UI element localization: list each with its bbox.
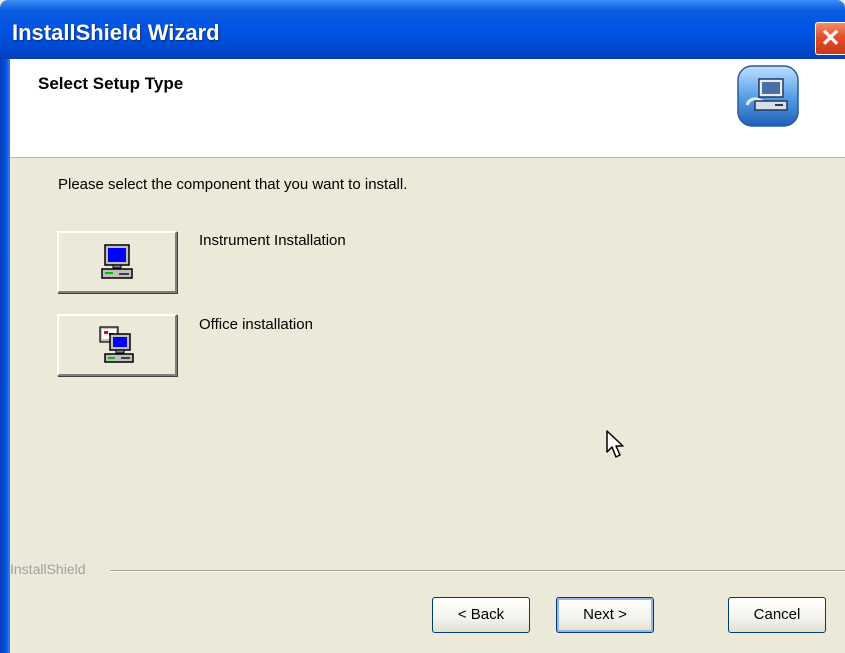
next-button[interactable]: Next > bbox=[556, 597, 654, 633]
footer-divider bbox=[110, 570, 845, 572]
close-icon: ✕ bbox=[820, 25, 841, 52]
installshield-window: InstallShield Wizard ✕ Select Setup Type… bbox=[0, 0, 845, 653]
networked-computer-icon bbox=[99, 326, 134, 363]
mouse-cursor-icon bbox=[606, 430, 624, 458]
cancel-button[interactable]: Cancel bbox=[728, 597, 826, 633]
setup-computer-icon bbox=[737, 65, 799, 127]
office-installation-label: Office installation bbox=[199, 316, 313, 333]
page-title: Select Setup Type bbox=[38, 74, 184, 93]
window-title: InstallShield Wizard bbox=[12, 20, 220, 45]
close-button[interactable]: ✕ bbox=[815, 22, 845, 55]
back-button[interactable]: < Back bbox=[432, 597, 530, 633]
computer-icon bbox=[101, 244, 133, 279]
instrument-installation-button[interactable] bbox=[57, 231, 177, 293]
installshield-brand-label: InstallShield bbox=[10, 561, 92, 577]
title-bar[interactable]: InstallShield Wizard ✕ bbox=[0, 0, 845, 59]
instructions-text: Please select the component that you wan… bbox=[58, 176, 408, 193]
office-installation-button[interactable] bbox=[57, 314, 177, 376]
header-panel: Select Setup Type bbox=[10, 59, 845, 158]
instrument-installation-label: Instrument Installation bbox=[199, 232, 346, 249]
window-border-left bbox=[0, 59, 10, 653]
